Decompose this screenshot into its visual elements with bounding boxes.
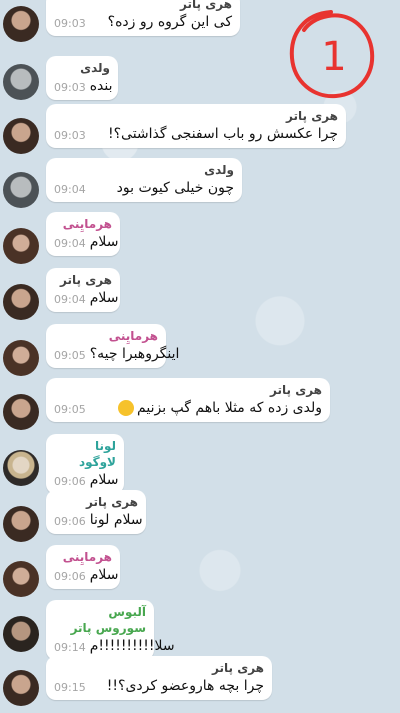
message-time: 09:06 [54,475,86,488]
message-bubble[interactable]: لونا لاوگود 09:06 سلام [46,434,124,494]
sender-name: هری پاتر [286,109,338,123]
message-time: 09:05 [54,349,86,362]
circled-number-annotation: 1 [289,10,375,99]
message-bubble[interactable]: هری پاتر 09:15 چرا بچه هاروعضو کردی؟!! [46,656,272,700]
avatar[interactable] [3,616,39,652]
message-time: 09:06 [54,515,86,528]
message-text: کی این گروه رو زده؟ [107,14,232,30]
message-bubble[interactable]: هری پاتر 09:04 سلام [46,268,120,312]
chat-background: هری پاتر 09:03 کی این گروه رو زده؟ ولدی … [0,0,400,713]
sender-name: هرمایِنی [62,217,112,231]
sender-name: هرمایِنی [108,329,158,343]
sender-name: هری پاتر [212,661,264,675]
message-bubble[interactable]: ولدی 09:03 بنده [46,56,118,100]
message-time: 09:06 [54,570,86,583]
sender-name: هری پاتر [180,0,232,11]
sender-name: هرمایِنی [62,550,112,564]
sender-name: لونا لاوگود [78,439,116,469]
avatar[interactable] [3,450,39,486]
message-bubble[interactable]: هرمایِنی 09:04 سلام [46,212,120,256]
avatar[interactable] [3,340,39,376]
circled-number-text: 1 [321,34,346,80]
message-text: چرا بچه هاروعضو کردی؟!! [106,678,264,694]
message-text: سلا!!!!!!!!!!م [89,638,175,654]
message-time: 09:03 [54,81,86,94]
message-bubble[interactable]: هری پاتر 09:05 ولدی زده که مثلا باهم گپ … [46,378,330,422]
avatar[interactable] [3,284,39,320]
message-text-content: ولدی زده که مثلا باهم گپ بزنیم [137,400,322,416]
message-bubble[interactable]: هری پاتر 09:06 سلام لونا [46,490,146,534]
avatar[interactable] [3,228,39,264]
avatar[interactable] [3,561,39,597]
sender-name: هری پاتر [60,273,112,287]
sender-name: ولدی [204,163,234,177]
rolling-eyes-emoji-icon [118,400,135,416]
message-time: 09:04 [54,183,86,196]
message-bubble[interactable]: ولدی 09:04 چون خیلی کیوت بود [46,158,242,202]
message-time: 09:03 [54,129,86,142]
message-bubble[interactable]: هری پاتر 09:03 چرا عکسش رو باب اسفنجی گذ… [46,104,346,148]
message-time: 09:05 [54,403,86,416]
sender-name: ولدی [80,61,110,75]
message-text: بنده [89,78,113,94]
message-text: ولدی زده که مثلا باهم گپ بزنیم [118,398,322,418]
avatar[interactable] [3,172,39,208]
message-time: 09:04 [54,237,86,250]
sender-name: آلبوس سوروس پاتر [70,605,146,635]
message-bubble[interactable]: هرمایِنی 09:05 اینگروهبرا چیه؟ [46,324,179,368]
message-text: سلام [89,567,119,583]
avatar[interactable] [3,6,39,42]
avatar[interactable] [3,506,39,542]
message-bubble[interactable]: آلبوس سوروس پاتر 09:14 سلا!!!!!!!!!!م [46,600,175,660]
avatar[interactable] [3,118,39,154]
message-bubble[interactable]: هری پاتر 09:03 کی این گروه رو زده؟ [46,0,240,36]
message-time: 09:04 [54,293,86,306]
message-text: سلام لونا [89,512,143,528]
message-text: چرا عکسش رو باب اسفنجی گذاشتی؟! [107,126,338,142]
avatar[interactable] [3,64,39,100]
sender-name: هری پاتر [86,495,138,509]
message-bubble[interactable]: هرمایِنی 09:06 سلام [46,545,120,589]
avatar[interactable] [3,670,39,706]
sender-name: هری پاتر [270,383,322,397]
message-text: چون خیلی کیوت بود [116,180,234,196]
message-text: سلام [89,290,119,306]
message-time: 09:03 [54,17,86,30]
message-text: اینگروهبرا چیه؟ [89,346,180,362]
message-text: سلام [89,472,119,488]
avatar[interactable] [3,394,39,430]
message-time: 09:14 [54,641,86,654]
message-time: 09:15 [54,681,86,694]
message-text: سلام [89,234,119,250]
